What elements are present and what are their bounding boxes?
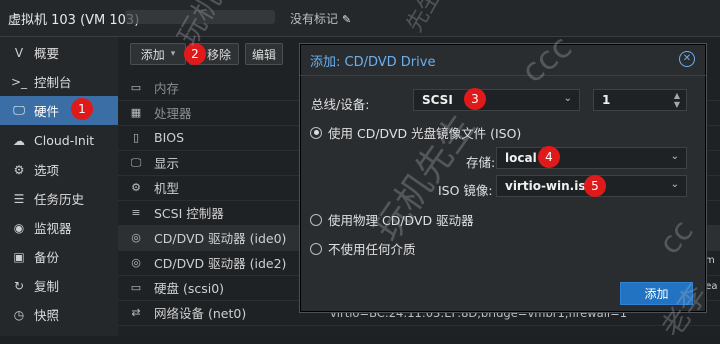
console-icon: >_ [10,74,28,89]
chevron-down-icon: ▾ [170,49,176,59]
cdrom-icon: ◎ [131,256,141,269]
sidebar-item-options[interactable]: ⚙ 选项 [0,155,118,184]
step-badge-2: 2 [184,43,206,65]
bus-select[interactable]: SCSI ⌄ [413,89,580,111]
add-cd-dvd-dialog: 添加: CD/DVD Drive ✕ 总线/设备: SCSI ⌄ 1 ▲ ▼ 使用… [299,43,707,313]
iso-image-value: virtio-win.iso [505,179,594,193]
cloud-icon: ☁ [13,133,25,148]
sidebar-item-replication[interactable]: ↻ 复制 [0,271,118,300]
sidebar-item-label: 选项 [34,163,60,178]
bus-value: SCSI [422,93,453,107]
sidebar-item-label: Cloud-Init [34,133,95,148]
dialog-header: 添加: CD/DVD Drive ✕ [300,44,706,76]
radio-label: 使用 CD/DVD 光盘镜像文件 (ISO) [328,126,522,141]
sidebar-item-label: 控制台 [34,75,72,90]
storage-label: 存储: [466,155,496,170]
vm-title: 虚拟机 103 (VM 103) [8,13,140,28]
device-number-value: 1 [602,93,611,107]
display-icon: 🖵 [130,155,142,169]
sidebar-item-label: 快照 [34,308,60,323]
sidebar-item-label: 任务历史 [34,192,85,207]
add-button[interactable]: 添加 [620,282,693,305]
spinner-icon[interactable]: ▲ ▼ [674,91,680,109]
remove-button-label: 移除 [206,47,231,62]
row-label: SCSI 控制器 [154,206,224,221]
step-badge-3: 3 [464,88,486,110]
sidebar-item-hardware[interactable]: 🖵 硬件 [0,96,118,125]
radio-button[interactable] [310,126,322,139]
step-badge-4: 4 [538,146,560,168]
pencil-icon[interactable]: ✎ [342,13,351,26]
storage-value: local [505,151,537,165]
radio-no-media[interactable]: 不使用任何介质 [310,239,416,258]
sidebar-item-label: 硬件 [34,104,60,119]
cdrom-icon: ◎ [131,231,141,244]
device-number-stepper[interactable]: 1 ▲ ▼ [593,89,687,111]
radio-label: 使用物理 CD/DVD 驱动器 [328,213,474,228]
close-icon[interactable]: ✕ [679,51,695,67]
row-label: 硬盘 (scsi0) [154,281,225,296]
row-label: BIOS [154,130,185,145]
row-label: 处理器 [154,106,192,121]
sidebar-item-label: 概要 [34,46,60,61]
sidebar-item-label: 复制 [34,279,60,294]
list-icon: ☰ [13,191,25,206]
step-badge-5: 5 [584,175,606,197]
floppy-icon: ▣ [13,249,25,264]
memory-icon: ▭ [130,81,142,94]
add-menu-button[interactable]: 添加 ▾ [130,43,186,65]
sidebar-item-monitor[interactable]: ◉ 监视器 [0,213,118,242]
radio-physical-drive[interactable]: 使用物理 CD/DVD 驱动器 [310,210,474,229]
no-tags-label: 没有标记 [290,12,339,26]
top-bar: 虚拟机 103 (VM 103) 没有标记 ✎ [0,0,720,37]
monitor-icon: 🖵 [13,103,25,117]
sidebar: ᐯ 概要 >_ 控制台 🖵 硬件 ☁ Cloud-Init ⚙ 选项 ☰ 任务历史 ◉ 监视器… [0,37,118,336]
row-label: 网络设备 (net0) [154,306,247,321]
bus-device-label: 总线/设备: [311,97,370,112]
row-label: 显示 [154,156,180,171]
hdd-icon: ▭ [130,281,142,294]
blurred-hostname [125,10,275,24]
chevron-down-icon: ⌄ [563,93,572,104]
step-badge-1: 1 [71,98,93,120]
cpu-icon: ▦ [130,106,142,119]
radio-use-iso[interactable]: 使用 CD/DVD 光盘镜像文件 (ISO) [310,123,521,142]
row-label: 内存 [154,81,180,96]
row-label: 机型 [154,181,180,196]
history-icon: ◷ [13,307,25,322]
sidebar-item-cloud-init[interactable]: ☁ Cloud-Init [0,126,118,155]
sidebar-item-console[interactable]: >_ 控制台 [0,67,118,96]
row-label: CD/DVD 驱动器 (ide2) [154,256,287,271]
sidebar-item-snapshots[interactable]: ◷ 快照 [0,300,118,329]
radio-label: 不使用任何介质 [328,242,416,257]
dialog-title: 添加: CD/DVD Drive [310,55,436,70]
iso-image-label: ISO 镜像: [438,183,493,198]
retweet-icon: ↻ [13,278,25,293]
chevron-down-icon: ⌄ [670,179,679,190]
network-icon: ⇄ [131,306,141,319]
sidebar-item-task-history[interactable]: ☰ 任务历史 [0,184,118,213]
chevron-down-icon: ⌄ [670,151,679,162]
radio-button[interactable] [310,242,322,255]
chip-icon: ▯ [132,131,140,144]
eye-icon: ◉ [13,220,25,235]
sidebar-item-label: 备份 [34,250,60,265]
sidebar-item-backup[interactable]: ▣ 备份 [0,242,118,271]
radio-button[interactable] [310,213,322,226]
sidebar-item-summary[interactable]: ᐯ 概要 [0,38,118,67]
add-button-label: 添加 [140,47,165,62]
edit-button[interactable]: 编辑 [245,43,283,65]
sidebar-item-label: 监视器 [34,221,72,236]
tags-area[interactable]: 没有标记 ✎ [290,10,351,27]
edit-button-label: 编辑 [251,47,276,62]
cogs-icon: ⚙ [131,181,141,194]
storage-select[interactable]: local ⌄ [496,147,687,169]
summary-icon: ᐯ [14,45,24,60]
row-label: CD/DVD 驱动器 (ide0) [154,231,287,246]
gear-icon: ⚙ [13,162,25,177]
database-icon: ≡ [131,206,141,219]
